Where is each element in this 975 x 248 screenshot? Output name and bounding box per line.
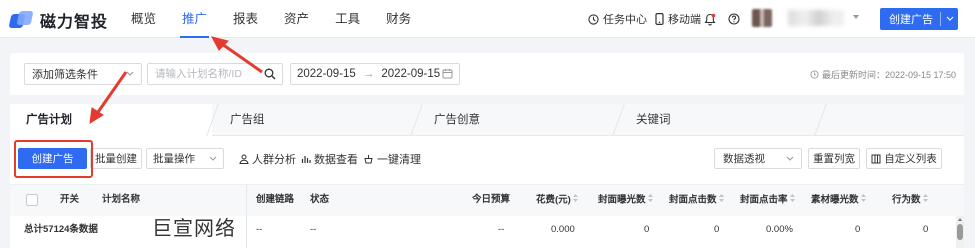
watermark-text: 巨宣网络: [152, 216, 236, 240]
annotation-arrow-top: [221, 42, 263, 74]
annotation-arrow-left: [94, 71, 128, 116]
annotation-arrows: [89, 36, 263, 124]
